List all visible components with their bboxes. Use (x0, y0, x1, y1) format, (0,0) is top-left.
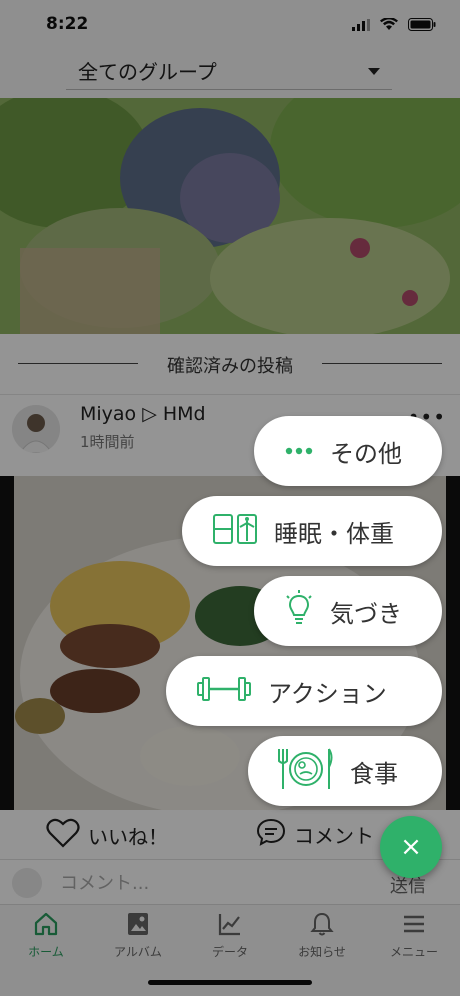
close-icon: × (400, 832, 422, 862)
fab-menu-other-label: その他 (330, 439, 402, 468)
fab-menu-sleep-weight-label: 睡眠・体重 (274, 519, 394, 548)
fab-menu-other[interactable]: その他 (254, 416, 442, 486)
sleep-weight-icon (212, 511, 258, 551)
fab-menu-meal-label: 食事 (350, 759, 398, 788)
fab-menu-meal[interactable]: 食事 (248, 736, 442, 806)
fab-menu-sleep-weight[interactable]: 睡眠・体重 (182, 496, 442, 566)
fab-menu-insight-label: 気づき (330, 599, 402, 628)
fab-menu-action[interactable]: アクション (166, 656, 442, 726)
dots-icon (284, 442, 314, 461)
fab-menu-action-label: アクション (268, 679, 387, 708)
lightbulb-icon (284, 590, 314, 632)
fab-menu-insight[interactable]: 気づき (254, 576, 442, 646)
meal-icon (278, 747, 334, 795)
fab-close-button[interactable]: × (380, 816, 442, 878)
dumbbell-icon (196, 674, 252, 708)
